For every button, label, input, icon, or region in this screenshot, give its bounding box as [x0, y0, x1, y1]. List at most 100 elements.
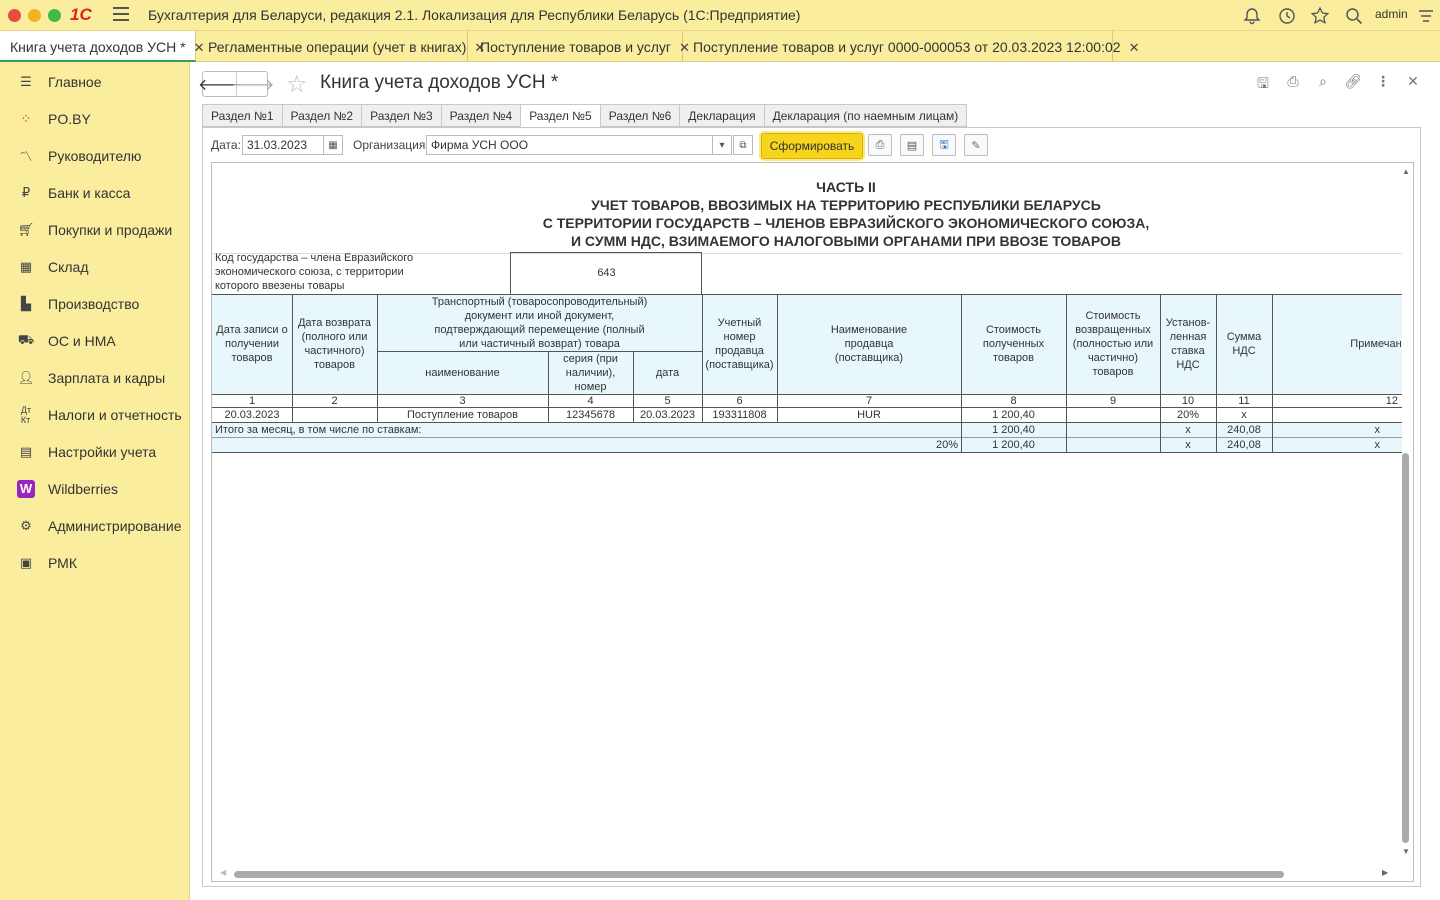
header-c5: дата — [655, 366, 680, 379]
open-tab-goods-receipt-doc[interactable]: Поступление товаров и услуг 0000-000053 … — [683, 31, 1139, 62]
tab-declaration-employees[interactable]: Декларация (по наемным лицам) — [763, 104, 968, 127]
sidebar-item-label: Производство — [48, 295, 140, 312]
section-panel: Дата: 31.03.2023 ▦ Организация: Фирма УС… — [202, 127, 1421, 887]
user-name[interactable]: admin — [1375, 7, 1408, 21]
favorite-star-icon[interactable]: ☆ — [286, 70, 308, 99]
sidebar-item-production[interactable]: ▙ Производство — [0, 285, 189, 322]
sidebar-item-rmk[interactable]: ▣ РМК — [0, 544, 189, 581]
main-menu-icon[interactable] — [113, 7, 129, 23]
tab-section-4[interactable]: Раздел №4 — [440, 104, 522, 127]
open-link-icon[interactable]: ⧉ — [733, 135, 753, 155]
chart-icon: 〽 — [19, 149, 33, 164]
sidebar-item-label: РМК — [48, 554, 77, 571]
sidebar-item-taxes[interactable]: Дт Кт Налоги и отчетность — [0, 396, 189, 433]
truck-icon: ⛟ — [17, 331, 35, 347]
app-logo: 1С — [70, 5, 92, 24]
favorites-star-icon[interactable] — [1310, 6, 1330, 26]
search-icon[interactable] — [1344, 6, 1364, 26]
total-rate-c12: x — [1374, 439, 1381, 451]
organization-field[interactable]: Фирма УСН ООО — [426, 135, 713, 155]
tab-label: Поступление товаров и услуг 0000-000053 … — [693, 39, 1121, 55]
print-icon[interactable]: ⎙ — [868, 134, 892, 156]
history-icon[interactable] — [1277, 6, 1297, 26]
tab-section-2[interactable]: Раздел №2 — [281, 104, 363, 127]
col-num: 2 — [331, 395, 338, 407]
sidebar-item-label: Wildberries — [48, 480, 119, 497]
header-transport: Транспортный (товаросопроводительный) до… — [431, 295, 648, 350]
table-cell: 20% — [1176, 409, 1200, 421]
tab-section-3[interactable]: Раздел №3 — [361, 104, 442, 127]
open-tab-goods-receipt-list[interactable]: Поступление товаров и услуг ✕ — [470, 31, 690, 62]
vertical-scrollbar[interactable]: ▲ ▼ — [1399, 163, 1413, 881]
sidebar-item-purchases-sales[interactable]: 🛒︎ Покупки и продажи — [0, 211, 189, 248]
col-num: 8 — [1010, 395, 1017, 407]
sidebar-item-admin[interactable]: ⚙ Администрирование — [0, 507, 189, 544]
tab-declaration[interactable]: Декларация — [679, 104, 765, 127]
save-icon[interactable]: 🖫 — [1253, 73, 1273, 93]
table-settings-icon[interactable]: ▤ — [900, 134, 924, 156]
chevron-down-icon[interactable]: ▾ — [712, 135, 732, 155]
close-icon[interactable]: ✕ — [1403, 73, 1423, 93]
tab-label: Поступление товаров и услуг — [480, 39, 672, 55]
main-content: 🡐 🡒 ☆ Книга учета доходов УСН * 🖫 ⎙ ⌕ 🔗︎… — [190, 62, 1440, 900]
wildberries-icon: W — [17, 479, 35, 498]
open-tab-income-book[interactable]: Книга учета доходов УСН * ✕ — [0, 31, 205, 62]
print-icon[interactable]: ⎙ — [1283, 73, 1303, 93]
total-c10: x — [1185, 424, 1191, 436]
forward-arrow-icon[interactable]: 🡒 — [232, 72, 274, 96]
close-tab-icon[interactable]: ✕ — [1129, 40, 1140, 55]
table-cell[interactable]: Поступление товаров — [377, 408, 548, 422]
country-label-line-3: которого ввезены товары — [215, 280, 345, 292]
calendar-icon[interactable]: ▦ — [323, 135, 343, 155]
maximize-window-button[interactable] — [48, 9, 61, 22]
sidebar-item-poby[interactable]: ⁘ PO.BY — [0, 100, 189, 137]
table-cell: x — [1241, 409, 1247, 421]
sidebar-item-bank[interactable]: ₽ Банк и касса — [0, 174, 189, 211]
minimize-window-button[interactable] — [28, 9, 41, 22]
country-label-line-1: Код государства – члена Евразийского — [215, 252, 414, 264]
link-icon[interactable]: 🔗︎ — [1343, 73, 1363, 93]
generate-button[interactable]: Сформировать — [761, 133, 863, 159]
more-icon[interactable]: ⋮ — [1373, 73, 1393, 93]
edit-report-icon[interactable]: ✎ — [964, 134, 988, 156]
sidebar-item-label: Главное — [48, 73, 102, 90]
header-c11: Сумма НДС — [1226, 331, 1262, 357]
tab-section-6[interactable]: Раздел №6 — [599, 104, 681, 127]
bell-icon[interactable] — [1242, 6, 1262, 26]
country-label-line-2: экономического союза, с территории — [215, 266, 404, 278]
report-part: ЧАСТЬ II — [816, 179, 876, 195]
person-icon: 👤︎ — [17, 369, 35, 385]
preview-icon[interactable]: ⌕ — [1313, 73, 1333, 93]
date-field[interactable]: 31.03.2023 — [242, 135, 324, 155]
sidebar-item-settings[interactable]: ▤ Настройки учета — [0, 433, 189, 470]
col-num: 10 — [1181, 395, 1195, 407]
tab-section-5[interactable]: Раздел №5 — [520, 104, 601, 127]
save-report-icon[interactable]: 🖫 — [932, 134, 956, 156]
total-rate-c10: x — [1185, 439, 1191, 451]
col-num: 5 — [664, 395, 671, 407]
report-sheet[interactable]: ЧАСТЬ II УЧЕТ ТОВАРОВ, ВВОЗИМЫХ НА ТЕРРИ… — [211, 162, 1414, 882]
tab-label: Регламентные операции (учет в книгах) — [208, 39, 467, 55]
total-rate-c8: 1 200,40 — [992, 439, 1035, 451]
app-title: Бухгалтерия для Беларуси, редакция 2.1. … — [148, 7, 801, 23]
sidebar-item-salary[interactable]: 👤︎ Зарплата и кадры — [0, 359, 189, 396]
sidebar-item-manager[interactable]: 〽 Руководителю — [0, 137, 189, 174]
tab-label: Книга учета доходов УСН * — [10, 39, 186, 55]
horizontal-scrollbar[interactable]: ◀ ▶ — [212, 867, 1413, 881]
col-num: 9 — [1109, 395, 1117, 407]
col-num: 12 — [1385, 395, 1398, 407]
table-cell: HUR — [857, 409, 881, 421]
sidebar-item-wildberries[interactable]: W Wildberries — [0, 470, 189, 507]
close-window-button[interactable] — [8, 9, 21, 22]
report-title-line-3: И СУММ НДС, ВЗИМАЕМОГО НАЛОГОВЫМИ ОРГАНА… — [570, 233, 1121, 249]
sidebar-item-main[interactable]: ☰ Главное — [0, 63, 189, 100]
sidebar-item-warehouse[interactable]: ▦ Склад — [0, 248, 189, 285]
table-cell: 12345678 — [566, 409, 615, 421]
col-num: 4 — [587, 395, 594, 407]
header-c3: наименование — [425, 366, 500, 379]
settings-menu-icon[interactable] — [1416, 6, 1436, 26]
open-tab-regulatory-operations[interactable]: Регламентные операции (учет в книгах) ✕ — [198, 31, 485, 62]
sidebar-item-fixed-assets[interactable]: ⛟ ОС и НМА — [0, 322, 189, 359]
tab-section-1[interactable]: Раздел №1 — [202, 104, 283, 127]
sidebar-item-label: Администрирование — [48, 517, 182, 534]
